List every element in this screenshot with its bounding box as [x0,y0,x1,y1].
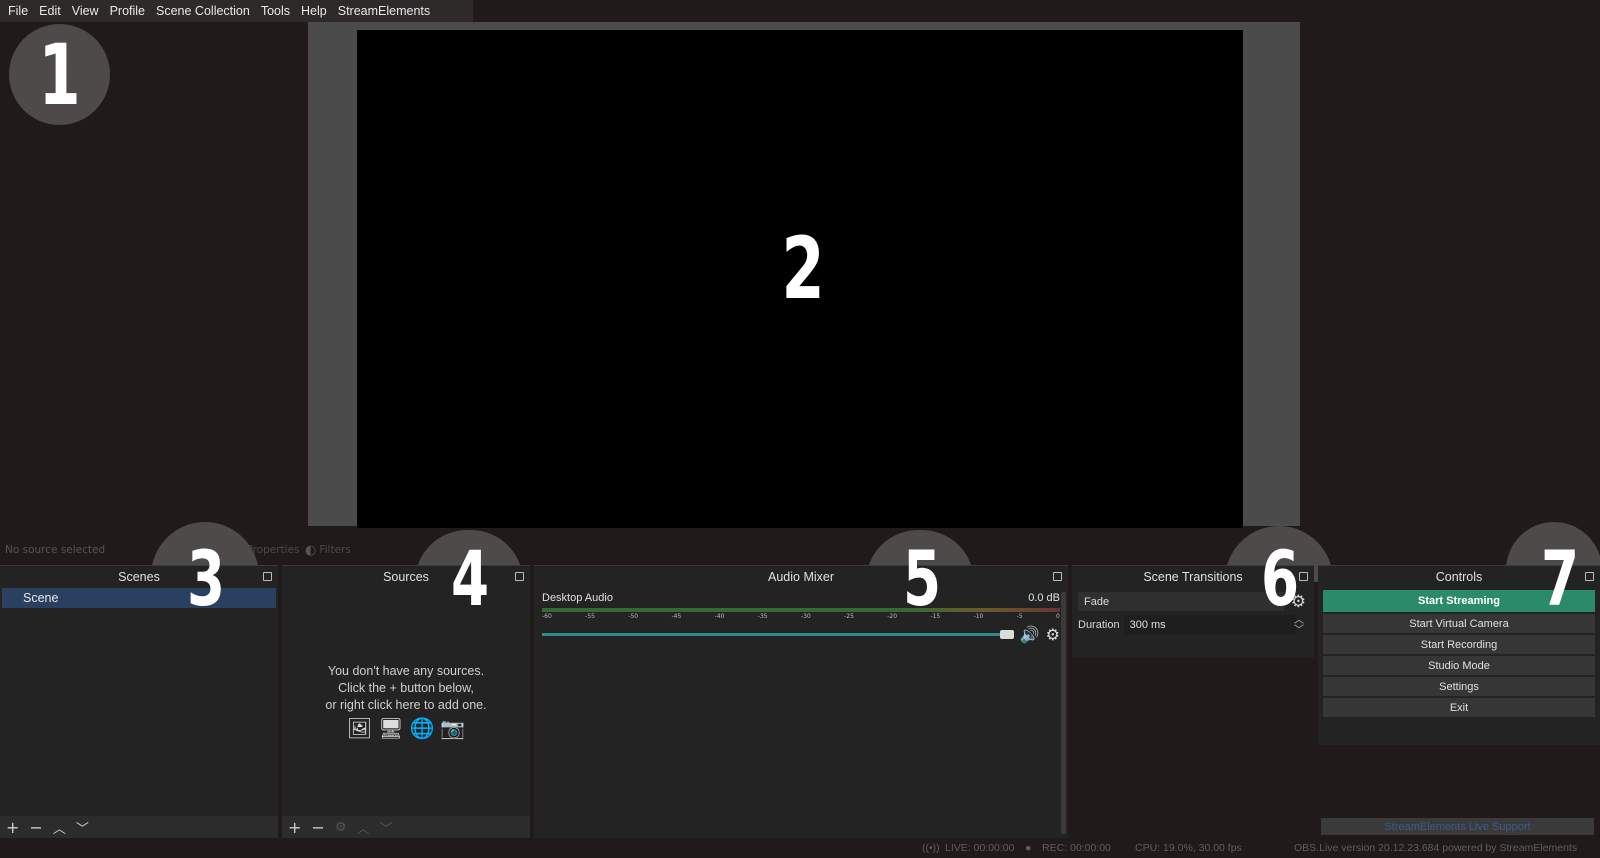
scenes-header[interactable]: Scenes [0,566,278,588]
transitions-title: Scene Transitions [1143,570,1243,584]
controls-title: Controls [1435,570,1483,584]
remove-scene-button[interactable]: − [29,818,42,837]
filters-label: Filters [319,544,351,556]
streamelements-support-button[interactable]: StreamElements Live Support [1321,818,1594,835]
float-dock-icon[interactable] [515,572,524,581]
float-dock-icon[interactable] [263,572,272,581]
move-up-icon[interactable]: ︿ [356,818,369,837]
tick-label: -60 [542,613,552,620]
empty-line-3: or right click here to add one. [325,698,487,712]
cpu-status: CPU: 19.0%, 30.00 fps [1135,842,1242,854]
mixer-channel-desktop-audio: Desktop Audio 0.0 dB -60 -55 -50 -45 -40… [534,588,1068,644]
mixer-title: Audio Mixer [768,570,834,584]
add-scene-button[interactable]: + [6,818,19,837]
empty-line-1: You don't have any sources. [327,664,485,678]
badge-2: 2 [781,219,825,319]
sources-dock: Sources You don't have any sources. Clic… [282,565,530,838]
display-icon: 🖥 [378,718,404,740]
scenes-dock: Scenes Scene + − ︿ ﹀ [0,565,278,838]
tick-label: -35 [757,613,768,620]
menu-profile[interactable]: Profile [106,4,149,18]
float-dock-icon[interactable] [1585,572,1594,581]
tick-label: -10 [973,613,984,620]
audio-mixer-dock: Audio Mixer Desktop Audio 0.0 dB -60 -55… [534,565,1068,838]
status-bar: ((•)) LIVE: 00:00:00 ● REC: 00:00:00 CPU… [0,838,1600,858]
sources-title: Sources [383,570,429,584]
chevron-down-icon[interactable]: ﹀ [1294,626,1304,636]
badge-1: 1 [38,25,81,124]
live-timer: LIVE: 00:00:00 [945,842,1015,854]
scenes-footer: + − ︿ ﹀ [0,816,278,838]
speaker-icon[interactable]: 🔊 [1020,625,1040,644]
sources-header[interactable]: Sources [282,566,530,588]
menu-streamelements[interactable]: StreamElements [334,4,434,18]
scenes-title: Scenes [118,570,160,584]
filters-button[interactable]: ◐ Filters [305,543,351,558]
badge-4: 4 [450,533,490,623]
no-source-label: No source selected [5,544,106,556]
scene-list-item[interactable]: Scene [2,588,276,608]
filter-icon: ◐ [305,542,317,558]
rec-timer: REC: 00:00:00 [1042,842,1111,854]
volume-slider[interactable] [542,630,1014,639]
add-source-button[interactable]: + [288,818,301,837]
gear-icon[interactable]: ⚙ [1046,625,1060,644]
tick-label: -25 [844,613,854,620]
globe-icon: 🌐 [409,718,435,740]
menu-help[interactable]: Help [297,4,331,18]
tick-label: -50 [628,613,639,620]
menu-file[interactable]: File [4,4,32,18]
badge-5: 5 [902,533,942,623]
image-icon: 🖼 [346,718,373,740]
studio-mode-button[interactable]: Studio Mode [1323,656,1595,675]
settings-button[interactable]: Settings [1323,677,1595,696]
tick-label: -20 [887,613,898,620]
remove-source-button[interactable]: − [311,818,324,837]
menu-view[interactable]: View [68,4,103,18]
menu-scene-collection[interactable]: Scene Collection [152,4,254,18]
float-dock-icon[interactable] [1053,572,1062,581]
volume-meter [542,608,1060,612]
tick-label: -40 [714,613,725,620]
tick-label: -55 [585,613,595,620]
badge-6: 6 [1260,533,1300,623]
move-down-icon[interactable]: ﹀ [379,818,392,837]
transition-select[interactable]: Fade [1078,592,1284,611]
channel-name: Desktop Audio [542,592,613,604]
mixer-scrollbar[interactable] [1061,592,1066,834]
badge-7: 7 [1540,533,1580,623]
start-recording-button[interactable]: Start Recording [1323,635,1595,654]
rec-icon: ● [1025,842,1032,854]
version-label: OBS.Live version 20.12.23.684 powered by… [1294,842,1578,854]
source-type-icons: 🖼 🖥 🌐 📷 [282,718,530,740]
sources-empty-message[interactable]: You don't have any sources. Click the + … [282,663,530,740]
gear-icon[interactable]: ⚙ [335,820,347,835]
tick-label: -45 [671,613,682,620]
camera-icon: 📷 [440,718,466,740]
volume-slider-handle[interactable] [999,630,1014,639]
menu-bar: File Edit View Profile Scene Collection … [0,0,473,22]
badge-3: 3 [186,533,226,623]
menu-tools[interactable]: Tools [257,4,294,18]
menu-edit[interactable]: Edit [35,4,65,18]
duration-label: Duration [1078,618,1120,631]
tick-label: -5 [1016,613,1023,620]
meter-ticks: -60 -55 -50 -45 -40 -35 -30 -25 -20 -15 … [542,613,1060,620]
move-up-icon[interactable]: ︿ [53,818,66,837]
tick-label: -30 [800,613,811,620]
channel-level: 0.0 dB [1028,592,1060,604]
live-icon: ((•)) [922,842,940,854]
move-down-icon[interactable]: ﹀ [76,818,89,837]
sources-footer: + − ⚙ ︿ ﹀ [282,816,530,838]
tick-label: 0 [1056,613,1060,620]
empty-line-2: Click the + button below, [338,681,474,695]
exit-button[interactable]: Exit [1323,698,1595,717]
mixer-header[interactable]: Audio Mixer [534,566,1068,588]
